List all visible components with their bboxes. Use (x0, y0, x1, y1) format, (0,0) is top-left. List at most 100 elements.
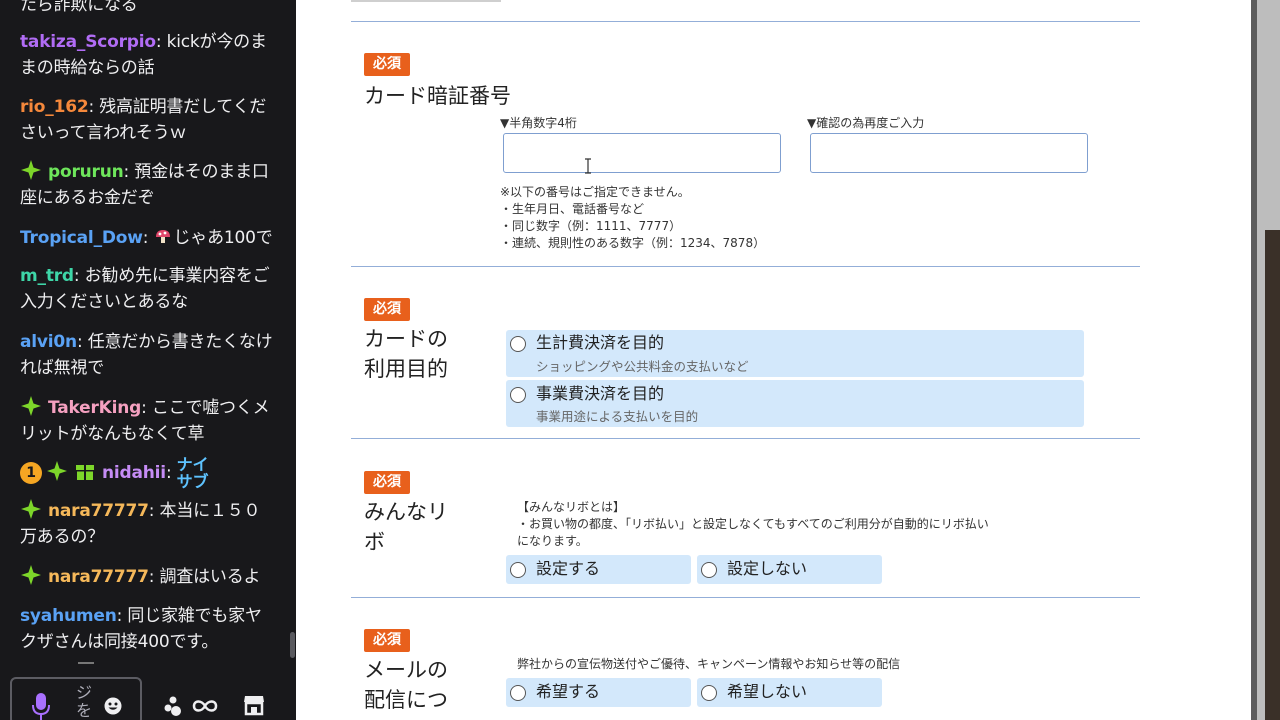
minna-ribo-desc-title: 【みんなリボとは】 (517, 500, 626, 514)
chat-separator: : (148, 501, 160, 521)
mail-option-want[interactable]: 希望する (506, 678, 691, 707)
pin-note: ・連続、規則性のある数字（例：1234、7878） (500, 236, 766, 250)
radio-button[interactable] (701, 685, 717, 701)
chat-message: syahumen: 同じ家雑でも家ヤクザさんは同接400です。 (20, 603, 275, 655)
chat-message: m_trd: お勧め先に事業内容をご入力くださいとあるな (20, 263, 275, 315)
mail-delivery-label: メールの (364, 658, 448, 682)
chat-username[interactable]: m_trd (20, 266, 74, 286)
option-title: 希望する (536, 682, 601, 701)
pin-field-caption: ▼半角数字4桁 (500, 116, 577, 130)
chat-username[interactable]: porurun (48, 162, 124, 182)
application-form-page: 必須 カード暗証番号 ▼半角数字4桁 ▼確認の為再度ご入力 ※以下の番号はご指定… (296, 0, 1251, 720)
ribo-option-set[interactable]: 設定する (506, 555, 691, 584)
chat-separator: : (142, 228, 154, 248)
chat-separator: : (76, 332, 88, 352)
chat-username[interactable]: nara77777 (48, 501, 149, 521)
chat-message: 1 nidahii: ナイサブ (20, 456, 275, 490)
chat-username[interactable]: rio_162 (20, 97, 89, 117)
radio-button[interactable] (701, 562, 717, 578)
webcam-feed (1265, 230, 1280, 720)
chat-message-text: 調査はいるよ (159, 567, 261, 587)
chat-message: nara77777: 調査はいるよ (20, 564, 275, 590)
chat-separator: : (148, 567, 160, 587)
pin-note: ・生年月日、電話番号など (500, 202, 645, 216)
chat-message-text: じゃあ100で (173, 228, 273, 248)
subscriber-badge-icon (21, 160, 41, 180)
chat-separator: : (165, 463, 177, 483)
section-divider (351, 438, 1140, 439)
minna-ribo-desc: ・お買い物の都度、「リボ払い」と設定しなくてもすべてのご利用分が自動的にリボ払い (517, 517, 989, 531)
emote-picker-icon[interactable] (104, 697, 122, 715)
radio-button[interactable] (510, 562, 526, 578)
text-cursor-icon (585, 158, 591, 174)
chat-divider (78, 662, 94, 664)
chat-separator: : (155, 32, 167, 52)
chat-message: nara77777: 本当に１５０万あるの？ (20, 498, 275, 550)
chat-message: rio_162: 残高証明書だしてくださいって言われそうｗ (20, 94, 275, 146)
option-title: 希望しない (727, 682, 808, 701)
pin-confirm-caption: ▼確認の為再度ご入力 (807, 116, 925, 130)
store-icon[interactable] (243, 694, 265, 716)
chat-separator: : (88, 97, 100, 117)
chat-message: porurun: 預金はそのまま口座にあるお金だぞ (20, 159, 275, 211)
chat-username[interactable]: nara77777 (48, 567, 149, 587)
chat-username[interactable]: alvi0n (20, 332, 77, 352)
mushroom-emote-icon (155, 230, 170, 243)
webcam-overlay-edge (1251, 0, 1280, 720)
radio-button[interactable] (510, 685, 526, 701)
section-divider (351, 597, 1140, 598)
pin-label: カード暗証番号 (364, 84, 511, 108)
card-purpose-label: カードの (364, 327, 448, 351)
option-title: 生計費決済を目的 (536, 333, 665, 352)
option-subtext: 事業用途による支払いを目的 (536, 409, 699, 424)
subscriber-badge-icon (21, 396, 41, 416)
chat-message: Tropical_Dow: じゃあ100で (20, 225, 275, 251)
pin-note: ・同じ数字（例：1111、7777） (500, 219, 682, 233)
required-badge: 必須 (364, 471, 410, 494)
pin-input[interactable] (503, 133, 781, 174)
chat-scrollbar[interactable] (290, 632, 295, 658)
required-badge: 必須 (364, 53, 410, 76)
nice-sub-emote: ナイサブ (176, 455, 209, 491)
option-subtext: ショッピングや公共料金の支払いなど (536, 359, 749, 374)
pin-confirm-input[interactable] (810, 133, 1088, 173)
required-badge: 必須 (364, 298, 410, 321)
chat-panel: たら詐欺になる takiza_Scorpio: kickが今のままの時給ならの話… (0, 0, 296, 720)
microphone-icon[interactable] (32, 693, 50, 720)
section-divider (351, 266, 1140, 267)
purpose-option-living[interactable]: 生計費決済を目的 ショッピングや公共料金の支払いなど (506, 330, 1084, 377)
chat-username[interactable]: TakerKing (48, 398, 141, 418)
chat-separator: : (123, 162, 135, 182)
option-title: 設定しない (727, 559, 808, 578)
purpose-option-business[interactable]: 事業費決済を目的 事業用途による支払いを目的 (506, 380, 1084, 427)
minna-ribo-desc: になります。 (517, 534, 588, 548)
gift-icon (76, 465, 94, 480)
ribo-option-not-set[interactable]: 設定しない (697, 555, 882, 584)
chat-username[interactable]: takiza_Scorpio (20, 32, 156, 52)
chat-separator: : (141, 398, 152, 418)
card-purpose-label: 利用目的 (364, 357, 448, 381)
section-heading-cutoff (351, 0, 511, 4)
ime-composition-text: ジを (76, 683, 93, 720)
mail-delivery-label: 配信につ (364, 688, 448, 712)
mail-option-not-want[interactable]: 希望しない (697, 678, 882, 707)
mail-delivery-desc: 弊社からの宣伝物送付やご優待、キャンペーン情報やお知らせ等の配信 (517, 657, 901, 671)
channel-points-icon[interactable] (164, 694, 220, 718)
minna-ribo-label: みんなリ (364, 500, 448, 524)
option-title: 事業費決済を目的 (536, 384, 665, 403)
chat-username[interactable]: nidahii (102, 463, 166, 483)
pin-note: ※以下の番号はご指定できません。 (500, 185, 690, 199)
subscriber-badge-icon (21, 565, 41, 585)
chat-message-text: たら詐欺になる (20, 0, 138, 15)
radio-button[interactable] (510, 336, 526, 352)
chat-username[interactable]: syahumen (20, 606, 117, 626)
chat-message: takiza_Scorpio: kickが今のままの時給ならの話 (20, 29, 275, 81)
radio-button[interactable] (510, 387, 526, 403)
chat-username[interactable]: Tropical_Dow (20, 228, 143, 248)
window-border (1251, 0, 1257, 720)
badge-count: 1 (20, 462, 42, 484)
option-title: 設定する (536, 559, 601, 578)
required-badge: 必須 (364, 629, 410, 652)
chat-message: たら詐欺になる (20, 0, 275, 18)
chat-message: alvi0n: 任意だから書きたくなければ無視で (20, 329, 275, 381)
